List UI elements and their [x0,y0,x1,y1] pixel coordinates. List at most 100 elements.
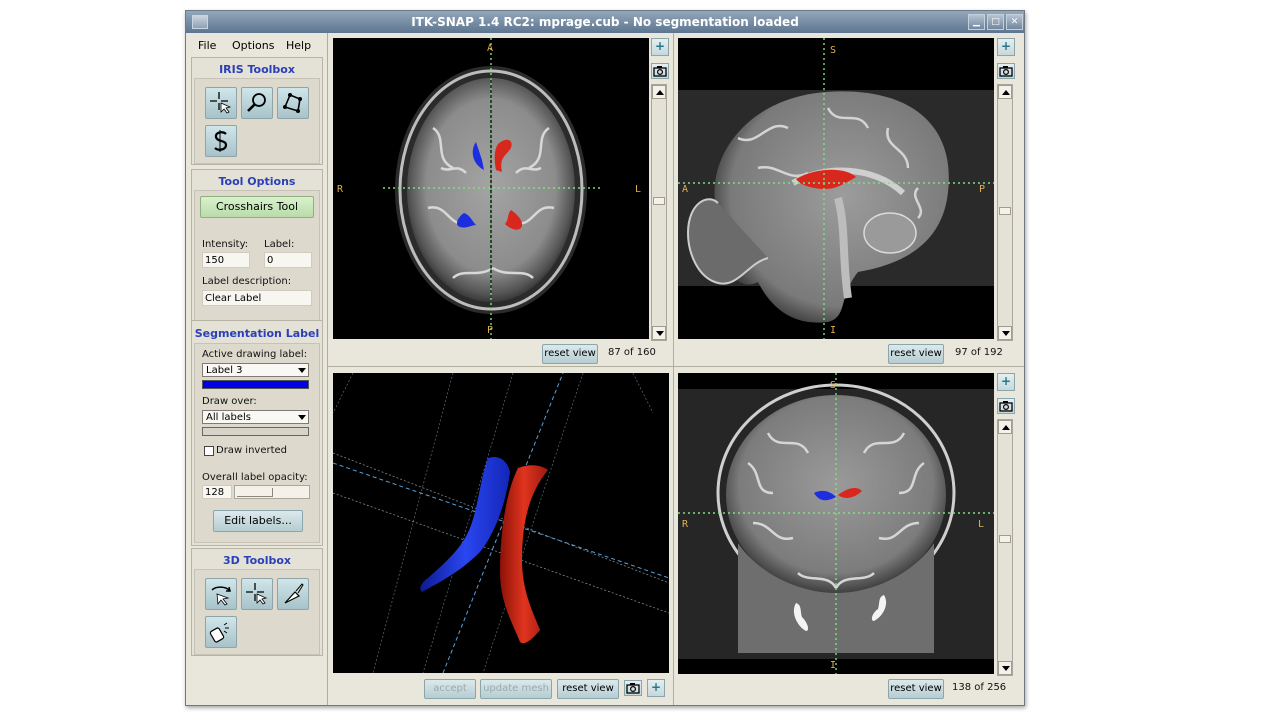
sagittal-reset-view-button[interactable]: reset view [888,344,944,364]
3d-tools-box [194,569,320,655]
axial-zoom-plus-icon[interactable]: + [651,38,669,56]
3d-toolbox-title: 3D Toolbox [222,554,292,567]
sagittal-slice-scrollbar[interactable] [997,84,1013,341]
coronal-reset-view-button[interactable]: reset view [888,679,944,699]
tool-options-panel: Tool Options Crosshairs Tool Intensity: … [191,169,323,323]
coronal-scroll-thumb[interactable] [999,535,1011,543]
axial-orient-left: R [337,184,344,195]
axial-reset-view-button[interactable]: reset view [542,344,598,364]
axial-scroll-up[interactable] [652,85,666,99]
coronal-orient-bottom: I [830,660,837,671]
axial-snapshot-button[interactable] [651,63,669,79]
edit-labels-button[interactable]: Edit labels... [213,510,303,532]
axial-slice-image [383,38,603,339]
draw-inverted-checkbox[interactable] [204,446,214,456]
sagittal-zoom-plus-icon[interactable]: + [997,38,1015,56]
axial-view[interactable]: A P R L [333,38,649,339]
coronal-view[interactable]: S I R L [678,373,994,674]
maximize-icon[interactable]: □ [987,14,1004,30]
axial-scroll-down[interactable] [652,326,666,340]
main-window: ITK-SNAP 1.4 RC2: mprage.cub - No segmen… [185,10,1025,706]
camera-icon [999,401,1013,412]
view-column-divider [673,33,674,705]
coronal-scroll-up[interactable] [998,420,1012,434]
opacity-slider-handle[interactable] [237,488,273,497]
coronal-orient-right: L [978,519,985,530]
left-panel-divider [327,33,328,705]
iris-tools-box [194,78,320,164]
active-label-dropdown[interactable]: Label 3 [202,363,309,377]
camera-icon [653,66,667,77]
zoom-tool[interactable] [241,87,273,119]
axial-slice-scrollbar[interactable] [651,84,667,341]
3d-snapshot-button[interactable] [624,680,642,696]
active-label-color-swatch [202,380,309,389]
3d-reset-view-button[interactable]: reset view [557,679,619,699]
polygon-icon [283,93,302,113]
close-icon[interactable]: ✕ [1006,14,1023,30]
active-label-value: Label 3 [206,365,243,376]
draw-over-color-swatch [202,427,309,436]
coronal-scroll-down[interactable] [998,661,1012,675]
sagittal-slice-label: 97 of 192 [955,347,1003,358]
draw-inverted-label: Draw inverted [216,445,288,456]
sagittal-orient-right: P [979,184,986,195]
view-row-divider [328,366,1024,367]
accept-button[interactable]: accept [424,679,476,699]
opacity-slider[interactable] [234,485,310,499]
crosshair-3d-icon [246,583,268,605]
label-value-field: 0 [264,252,312,268]
sagittal-scroll-thumb[interactable] [999,207,1011,215]
coronal-orient-top: S [830,380,837,391]
menu-help[interactable]: Help [286,39,311,52]
crosshair-3d-tool[interactable] [241,578,273,610]
sagittal-scroll-down[interactable] [998,326,1012,340]
snake-icon [214,130,228,152]
rotate-3d-tool[interactable] [205,578,237,610]
axial-scroll-thumb[interactable] [653,197,665,205]
iris-toolbox-title: IRIS Toolbox [219,63,295,76]
label-description-field: Clear Label [202,290,312,306]
coronal-slice-label: 138 of 256 [952,682,1007,693]
polygon-tool[interactable] [277,87,309,119]
sagittal-orient-bottom: I [830,325,837,336]
draw-over-dropdown[interactable]: All labels [202,410,309,424]
sagittal-snapshot-button[interactable] [997,63,1015,79]
spray-tool[interactable] [205,616,237,648]
chevron-down-icon [298,415,306,420]
sagittal-orient-top: S [830,45,837,56]
coronal-snapshot-button[interactable] [997,398,1015,414]
spray-icon [209,622,229,643]
sagittal-view[interactable]: S I A P [678,38,994,339]
axial-orient-bottom: P [487,325,494,336]
axial-orient-right: L [635,184,642,195]
sagittal-orient-left: A [682,184,689,195]
coronal-orient-left: R [682,519,689,530]
sagittal-scroll-up[interactable] [998,85,1012,99]
snake-tool[interactable] [205,125,237,157]
coronal-slice-scrollbar[interactable] [997,419,1013,676]
title-bar: ITK-SNAP 1.4 RC2: mprage.cub - No segmen… [186,11,1024,33]
tool-options-title: Tool Options [218,175,296,188]
3d-render-view[interactable] [333,373,669,673]
axial-orient-top: A [487,43,494,54]
axial-slice-label: 87 of 160 [608,347,656,358]
chevron-down-icon [298,368,306,373]
crosshairs-tool[interactable] [205,87,237,119]
iris-toolbox: IRIS Toolbox [191,57,323,165]
minimize-icon[interactable]: ▁ [968,14,985,30]
crosshairs-tool-button[interactable]: Crosshairs Tool [200,196,314,218]
segmentation-label-box: Active drawing label: Label 3 Draw over:… [194,343,320,543]
opacity-caption: Overall label opacity: [202,472,308,483]
scalpel-tool[interactable] [277,578,309,610]
coronal-zoom-plus-icon[interactable]: + [997,373,1015,391]
3d-expand-plus-icon[interactable]: + [647,679,665,697]
update-mesh-button[interactable]: update mesh [480,679,552,699]
camera-icon [999,66,1013,77]
label-label: Label: [264,239,295,250]
menu-bar: File Options Help [191,37,324,55]
menu-file[interactable]: File [198,39,216,52]
intensity-label: Intensity: [202,239,249,250]
menu-options[interactable]: Options [232,39,274,52]
opacity-value-field[interactable]: 128 [202,485,232,499]
